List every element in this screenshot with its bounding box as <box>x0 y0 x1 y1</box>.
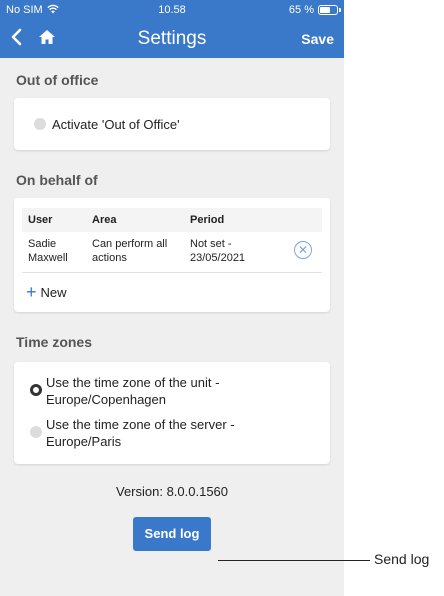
app-screen: No SIM 10.58 65 % Settings Save Out of o… <box>0 0 344 596</box>
carrier-label: No SIM <box>6 4 43 16</box>
out-of-office-heading: Out of office <box>16 72 99 88</box>
plus-icon: + <box>26 282 37 302</box>
callout-line-extension <box>344 560 370 561</box>
out-of-office-card: Activate 'Out of Office' <box>14 98 330 150</box>
status-bar: No SIM 10.58 65 % <box>0 0 344 20</box>
status-right: 65 % <box>288 4 341 16</box>
column-header-period: Period <box>184 208 288 232</box>
battery-icon <box>318 5 341 15</box>
column-header-area: Area <box>86 208 184 232</box>
save-button[interactable]: Save <box>301 31 334 47</box>
activate-out-of-office-checkbox[interactable] <box>34 118 46 130</box>
time-zone-option-label: Use the time zone of the unit - Europe/C… <box>46 374 220 407</box>
chevron-left-icon[interactable] <box>10 28 22 51</box>
delegation-table: User Area Period Sadie Maxwell Can perfo… <box>22 208 322 273</box>
nav-left-group <box>10 28 56 51</box>
time-zones-card: Use the time zone of the unit - Europe/C… <box>14 361 330 464</box>
battery-fill <box>320 7 331 13</box>
on-behalf-of-heading: On behalf of <box>16 172 98 188</box>
remove-circle-icon[interactable]: ✕ <box>294 241 312 259</box>
send-log-button[interactable]: Send log <box>133 516 211 551</box>
version-text: Version: 8.0.0.1560 <box>115 483 229 499</box>
nav-bar: Settings Save <box>0 20 344 58</box>
time-zone-option-label: Use the time zone of the server - Europe… <box>46 416 235 449</box>
cell-user: Sadie Maxwell <box>22 232 86 273</box>
column-header-user: User <box>22 208 86 232</box>
cell-action: ✕ <box>288 232 322 273</box>
new-label: New <box>40 284 67 300</box>
time-zone-option-server[interactable]: Use the time zone of the server - Europe… <box>30 416 314 450</box>
radio-selected[interactable] <box>30 383 42 396</box>
table-row[interactable]: Sadie Maxwell Can perform all actions No… <box>22 232 322 273</box>
new-delegation-button[interactable]: + New <box>22 273 322 302</box>
battery-percent: 65 % <box>288 4 314 16</box>
home-icon[interactable] <box>38 29 56 50</box>
cell-area: Can perform all actions <box>86 232 184 273</box>
on-behalf-of-card: User Area Period Sadie Maxwell Can perfo… <box>14 198 330 312</box>
radio-unselected[interactable] <box>30 425 42 438</box>
wifi-icon <box>46 4 59 17</box>
table-header-row: User Area Period <box>22 208 322 232</box>
column-header-action <box>288 208 322 232</box>
cell-period: Not set - 23/05/2021 <box>184 232 288 273</box>
time-zone-option-unit[interactable]: Use the time zone of the unit - Europe/C… <box>30 374 314 408</box>
status-left: No SIM <box>6 4 59 17</box>
time-zones-heading: Time zones <box>16 333 92 350</box>
callout-label: Send log <box>374 551 430 567</box>
callout-line <box>218 560 344 561</box>
activate-out-of-office-label[interactable]: Activate 'Out of Office' <box>52 117 180 132</box>
